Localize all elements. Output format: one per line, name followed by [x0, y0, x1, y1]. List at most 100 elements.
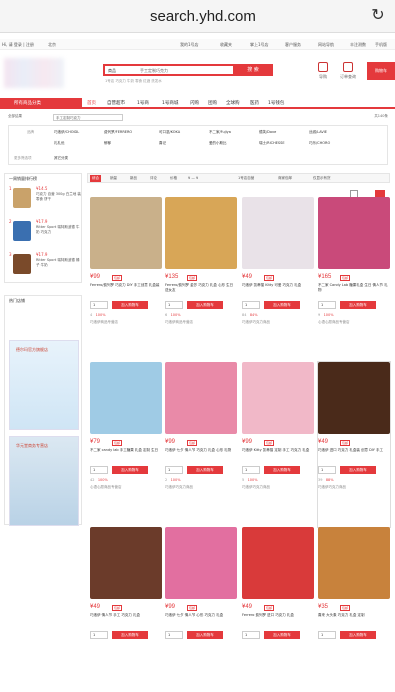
toplink-4[interactable]: 网站导航 [318, 42, 334, 48]
nav-item-medicine[interactable]: 医药 [250, 100, 259, 106]
quantity-input[interactable]: 1 [242, 466, 260, 474]
shop-name[interactable]: 心语心愿商品专营店 [90, 485, 122, 490]
review-count[interactable]: 6 100% [165, 313, 181, 317]
shop-name[interactable]: 巧洛伊商品专营店 [165, 320, 193, 325]
shop-name[interactable]: 巧洛伊巧克力商品 [242, 485, 270, 490]
nav-item-wallet[interactable]: 1号钱包 [268, 100, 284, 106]
review-count[interactable] [318, 643, 319, 647]
add-to-cart-button[interactable]: 加入购物车 [112, 631, 148, 639]
product-card[interactable]: ¥49 包邮 Ferrero 费列罗 进口 巧克力 礼盒 1 加入购物车 [242, 527, 314, 692]
toplink-5[interactable]: 丰注测数 [350, 42, 366, 48]
rank-item[interactable]: 2 ¥17.9 Ritter Sport 瑞特斯波德 牛奶 巧克力 [9, 219, 81, 247]
toplink-0[interactable]: 我的1号店 [180, 42, 199, 48]
sort-new[interactable]: 新品 [130, 176, 137, 181]
toplink-6[interactable]: 手机版 [375, 42, 387, 48]
review-count[interactable]: 42 100% [90, 478, 108, 482]
brand-item[interactable]: 郁郁 [104, 141, 111, 146]
product-title[interactable]: 巧洛伊 七夕 情人节 心形 巧克力 礼盒 [165, 613, 237, 627]
add-to-cart-button[interactable]: 加入购物车 [112, 301, 148, 309]
product-title[interactable]: 不二家 Candy Lab 糖果礼盒 生日 情人节 礼物 [318, 283, 390, 297]
product-image[interactable] [90, 197, 162, 269]
product-card[interactable]: ¥135 包邮 Ferrero/费列罗 金莎 巧克力 礼盒 心形 生日 送女友 1 加入… [165, 197, 237, 362]
product-image[interactable] [318, 197, 390, 269]
add-to-cart-button[interactable]: 加入购物车 [264, 466, 300, 474]
rank-item-image[interactable] [13, 254, 31, 274]
cart-button[interactable]: 购物车 [367, 62, 395, 80]
browser-url-bar[interactable]: search.yhd.com ↻ [0, 0, 395, 33]
product-title[interactable]: 巧洛伊 七夕 情人节 巧克力 礼盒 心形 礼物 [165, 448, 237, 462]
quantity-input[interactable]: 1 [242, 301, 260, 309]
product-card[interactable]: ¥99 包邮 巧洛伊 Kitty 凯蒂猫 定制 手工 巧克力 礼盒 1 加入购物车 5 1… [242, 362, 314, 527]
product-image[interactable] [242, 362, 314, 434]
shop-name[interactable]: 巧洛伊商品专营店 [90, 320, 118, 325]
review-count[interactable]: 84 84% [242, 313, 258, 317]
product-title[interactable]: Ferrero/费列罗 巧克力 DIY 手工创意 礼盒装 [90, 283, 162, 297]
product-card[interactable]: ¥165 包邮 不二家 Candy Lab 糖果礼盒 生日 情人节 礼物 1 加入购物车… [318, 197, 390, 362]
brand-item[interactable]: 不二家/Fujiya [209, 130, 231, 135]
brand-item[interactable]: 爱的小斯比 [209, 141, 227, 146]
quantity-input[interactable]: 1 [90, 631, 108, 639]
add-to-cart-button[interactable]: 加入购物车 [340, 631, 376, 639]
filter-in-stock[interactable]: 仅显示有货 [313, 176, 331, 181]
shop-ad[interactable]: 德尔玛官方旗舰店 [9, 340, 79, 430]
filter-self-operated[interactable]: 1号店自营 [238, 176, 254, 181]
product-image[interactable] [242, 527, 314, 599]
add-to-cart-button[interactable]: 加入购物车 [187, 301, 223, 309]
quantity-input[interactable]: 1 [318, 301, 336, 309]
search-input[interactable]: 手工定制巧克力 [140, 68, 168, 74]
brand-item[interactable]: 礼礼优 [54, 141, 65, 146]
product-image[interactable] [318, 527, 390, 599]
product-image[interactable] [165, 362, 237, 434]
shop-name[interactable]: 巧洛伊巧克力商品 [242, 320, 270, 325]
review-count[interactable]: 4 100% [90, 313, 106, 317]
toplink-2[interactable]: 掌上1号店 [250, 42, 269, 48]
quantity-input[interactable]: 1 [90, 301, 108, 309]
search-category[interactable]: 商品 [108, 68, 116, 74]
product-image[interactable] [242, 197, 314, 269]
review-count[interactable] [165, 643, 166, 647]
price-range[interactable]: ¥ — ¥ [188, 176, 198, 180]
sort-reviews[interactable]: 评论 [150, 176, 157, 181]
nav-item-supermarket[interactable]: 自营超市 [107, 100, 125, 106]
product-title[interactable]: 不二家 candy lab 手工糖果 礼盒 定制 生日 [90, 448, 162, 462]
other-category-dropdown[interactable]: 其它分类 [54, 156, 68, 161]
rank-item-image[interactable] [13, 221, 31, 241]
nav-item-flash[interactable]: 闪购 [190, 100, 199, 106]
review-count[interactable]: 5 100% [242, 478, 258, 482]
breadcrumb-query[interactable]: 手工定制巧克力 [53, 114, 123, 121]
add-to-cart-button[interactable]: 加入购物车 [112, 466, 148, 474]
quantity-input[interactable]: 1 [165, 301, 183, 309]
order-query-button[interactable]: 订单查询 [338, 62, 358, 80]
review-count[interactable] [90, 643, 91, 647]
add-to-cart-button[interactable]: 加入购物车 [340, 301, 376, 309]
rank-item-image[interactable] [13, 188, 31, 208]
brand-item[interactable]: 瑞士/RICHESSE [259, 141, 285, 146]
site-logo[interactable] [4, 58, 64, 88]
brand-item[interactable]: 丝绒/LAVIE [309, 130, 327, 135]
url-text[interactable]: search.yhd.com [150, 8, 256, 25]
product-card[interactable]: ¥99 包邮 巧洛伊 七夕 情人节 巧克力 礼盒 心形 礼物 1 加入购物车 2 100%… [165, 362, 237, 527]
sort-sales[interactable]: 销量 [110, 176, 117, 181]
brand-item[interactable]: 可口滋/KOKA [159, 130, 180, 135]
add-to-cart-button[interactable]: 加入购物车 [340, 466, 376, 474]
sort-price[interactable]: 价格 [170, 176, 177, 181]
shop-ad[interactable]: 华元堂商务专营店 [9, 436, 79, 526]
brand-item[interactable]: 费列罗/FERRERO [104, 130, 132, 135]
nav-item-1hao[interactable]: 1号商 [137, 100, 149, 106]
quantity-input[interactable]: 1 [165, 466, 183, 474]
product-image[interactable] [90, 362, 162, 434]
toplink-1[interactable]: 收藏夹 [220, 42, 232, 48]
search-button[interactable]: 搜 索 [233, 64, 273, 76]
nav-item-home[interactable]: 首页 [87, 100, 96, 106]
quantity-input[interactable]: 1 [90, 466, 108, 474]
product-image[interactable] [318, 362, 390, 434]
add-to-cart-button[interactable]: 加入购物车 [187, 466, 223, 474]
review-count[interactable] [242, 643, 243, 647]
rank-item[interactable]: 1 ¥14.5 巧克力 自营 300g 白兰地 装 零食 饼干 [9, 186, 81, 214]
product-card[interactable]: ¥99 包邮 巧洛伊 七夕 情人节 心形 巧克力 礼盒 1 加入购物车 [165, 527, 237, 692]
review-count[interactable]: 39 88% [318, 478, 334, 482]
product-card[interactable]: ¥49 包邮 巧洛伊 进口 巧克力 礼盒装 创意 DIY 手工 1 加入购物车 39 88… [317, 361, 391, 528]
search-box[interactable]: 商品 手工定制巧克力 搜 索 [103, 64, 273, 76]
shop-name[interactable]: 巧洛伊巧克力商品 [165, 485, 193, 490]
product-image[interactable] [165, 527, 237, 599]
